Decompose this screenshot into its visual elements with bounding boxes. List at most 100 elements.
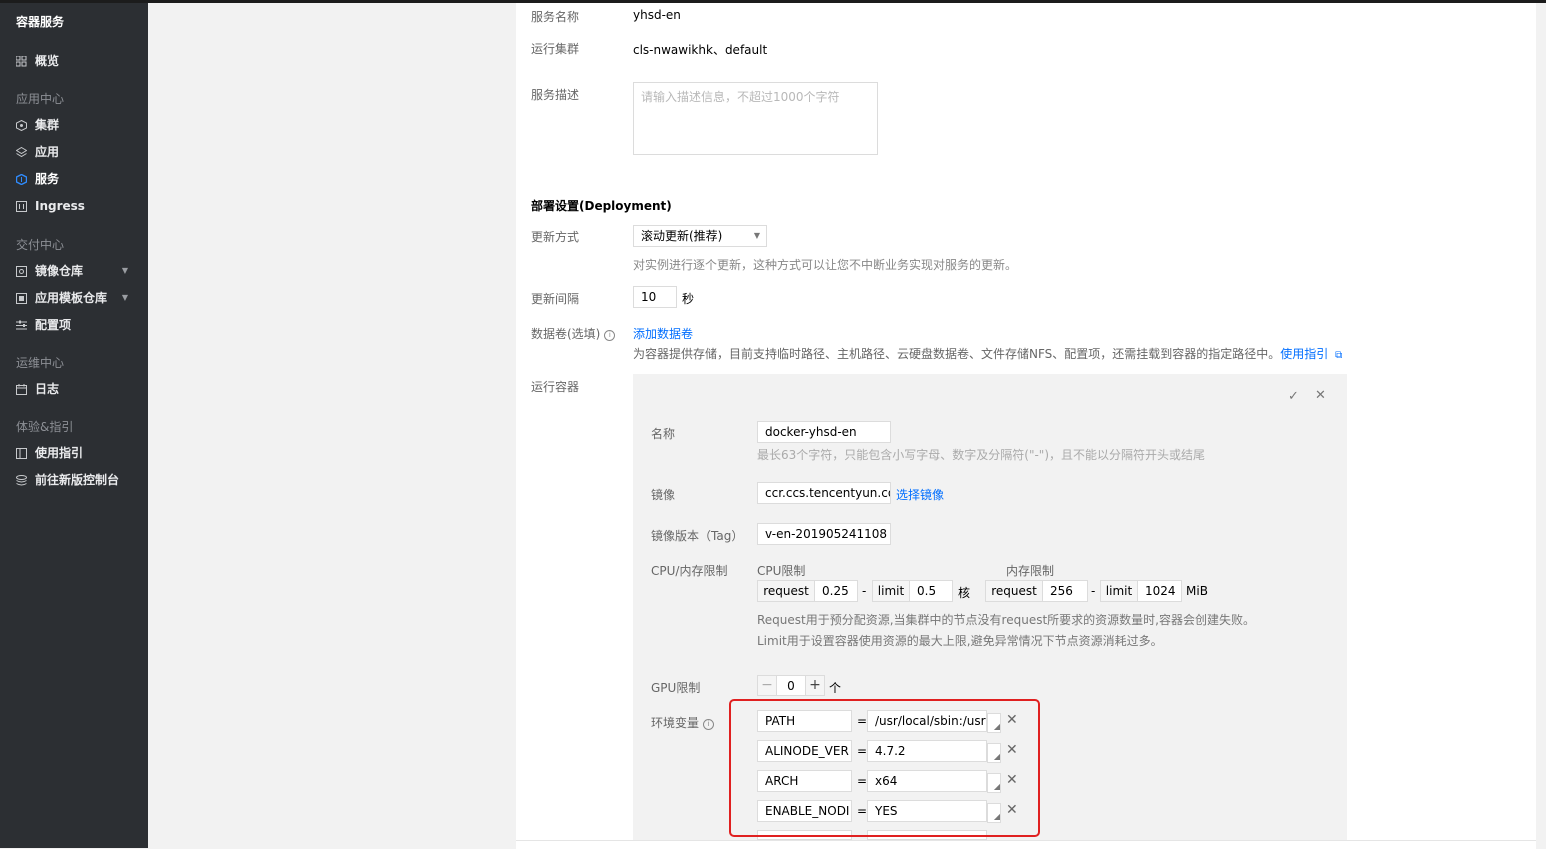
chevron-down-icon: ▼ (753, 231, 760, 240)
grid-icon (16, 55, 27, 67)
sidebar-item-label: 使用指引 (35, 446, 84, 460)
sidebar-group-app-center: 应用中心 (16, 92, 65, 106)
sidebar-item-overview[interactable]: 概览 (16, 51, 132, 71)
sidebar-group-guide: 体验&指引 (16, 420, 74, 434)
highlight-box (729, 699, 1040, 837)
update-mode-select[interactable]: 滚动更新(推荐) ▼ (633, 225, 767, 247)
sidebar-group-delivery-center: 交付中心 (16, 238, 65, 252)
sidebar-item-label: 集群 (35, 118, 60, 132)
sidebar-item-label: 应用 (35, 145, 60, 159)
env-label: 环境变量 i (651, 714, 715, 731)
sidebar-item-label: Ingress (35, 199, 85, 213)
add-volume-link[interactable]: 添加数据卷 (633, 325, 693, 342)
update-mode-value: 滚动更新(推荐) (641, 229, 723, 243)
container-name-hint: 最长63个字符，只能包含小写字母、数字及分隔符("-")，且不能以分隔符开头或结… (757, 448, 1206, 462)
container-name-input[interactable]: docker-yhsd-en (757, 421, 891, 443)
mem-limit-addon: limit (1100, 580, 1138, 602)
sidebar-group-ops-center: 运维中心 (16, 356, 65, 370)
description-textarea[interactable]: 请输入描述信息，不超过1000个字符 (633, 82, 878, 155)
check-icon[interactable]: ✓ (1288, 389, 1299, 404)
volume-hint-text: 为容器提供存储，目前支持临时路径、主机路径、云硬盘数据卷、文件存储NFS、配置项… (633, 347, 1281, 361)
gpu-decrement-button[interactable]: − (757, 675, 777, 696)
volume-label: 数据卷(选填) i (531, 325, 616, 342)
image-label: 镜像 (651, 488, 676, 502)
cpu-request-input[interactable]: 0.25 (814, 580, 858, 602)
volume-hint: 为容器提供存储，目前支持临时路径、主机路径、云硬盘数据卷、文件存储NFS、配置项… (633, 345, 1342, 362)
update-interval-unit: 秒 (682, 292, 695, 306)
calendar-icon (16, 383, 27, 395)
sidebar-item-ingress[interactable]: Ingress (16, 196, 132, 216)
stack-icon (16, 474, 27, 486)
cpu-limit-title: CPU限制 (757, 564, 806, 578)
request-hint: Request用于预分配资源,当集群中的节点没有request所要求的资源数量时… (757, 613, 1255, 627)
sidebar-item-config[interactable]: 配置项 (16, 315, 132, 335)
service-name-label: 服务名称 (531, 10, 580, 24)
image-tag-label: 镜像版本（Tag） (651, 529, 744, 543)
image-repo-icon (16, 265, 27, 277)
service-icon (16, 173, 27, 185)
cpu-range-dash: - (862, 584, 867, 598)
sidebar-item-image-repo[interactable]: 镜像仓库 ▼ (16, 261, 132, 281)
template-repo-icon (16, 292, 27, 304)
book-icon (16, 447, 27, 459)
container-name-label: 名称 (651, 427, 676, 441)
update-interval-label: 更新间隔 (531, 292, 580, 306)
sidebar-title: 容器服务 (16, 15, 65, 29)
gpu-label: GPU限制 (651, 681, 701, 695)
service-name-value: yhsd-en (633, 8, 681, 22)
gpu-input[interactable]: 0 (776, 675, 806, 696)
config-icon (16, 320, 27, 331)
mem-unit: MiB (1186, 584, 1208, 598)
mem-request-input[interactable]: 256 (1042, 580, 1088, 602)
cluster-icon (16, 119, 27, 131)
ingress-icon (16, 200, 27, 212)
cluster-label: 运行集群 (531, 42, 580, 56)
volume-label-text: 数据卷(选填) (531, 327, 601, 341)
sidebar-item-label: 日志 (35, 382, 60, 396)
sidebar-item-label: 应用模板仓库 (35, 291, 108, 305)
sidebar-item-application[interactable]: 应用 (16, 142, 132, 162)
cluster-value: cls-nwawikhk、default (633, 43, 768, 57)
limit-hint: Limit用于设置容器使用资源的最大上限,避免异常情况下节点资源消耗过多。 (757, 634, 1163, 648)
mem-range-dash: - (1091, 584, 1096, 598)
sidebar-item-label: 前往新版控制台 (35, 473, 120, 487)
containers-label: 运行容器 (531, 380, 580, 394)
external-link-icon[interactable]: ⧉ (1335, 350, 1342, 361)
sidebar-item-usage-guide[interactable]: 使用指引 (16, 443, 132, 463)
cpu-request-addon: request (757, 580, 815, 602)
sidebar-item-label: 配置项 (35, 318, 72, 332)
chevron-down-icon[interactable]: ▼ (122, 288, 128, 308)
sidebar-item-logs[interactable]: 日志 (16, 379, 132, 399)
sidebar-item-new-console[interactable]: 前往新版控制台 (16, 470, 132, 490)
layers-icon (16, 146, 27, 158)
sidebar-item-service[interactable]: 服务 (16, 169, 132, 189)
update-mode-label: 更新方式 (531, 230, 580, 244)
gpu-increment-button[interactable]: + (805, 675, 825, 696)
usage-guide-link[interactable]: 使用指引 (1280, 347, 1328, 361)
sidebar-item-label: 镜像仓库 (35, 264, 84, 278)
sidebar-item-cluster[interactable]: 集群 (16, 115, 132, 135)
cpu-limit-input[interactable]: 0.5 (909, 580, 953, 602)
mem-request-addon: request (985, 580, 1043, 602)
chevron-down-icon[interactable]: ▼ (122, 261, 128, 281)
info-icon[interactable]: i (604, 330, 616, 341)
gpu-unit: 个 (829, 681, 842, 695)
info-icon[interactable]: i (703, 719, 715, 730)
image-tag-input[interactable]: v-en-201905241108 (757, 523, 891, 545)
select-image-link[interactable]: 选择镜像 (896, 486, 944, 503)
cpu-mem-label: CPU/内存限制 (651, 564, 728, 578)
mem-limit-title: 内存限制 (1006, 564, 1055, 578)
sidebar-item-label: 服务 (35, 172, 60, 186)
env-label-text: 环境变量 (651, 716, 700, 730)
update-interval-input[interactable]: 10 (633, 286, 677, 308)
close-icon[interactable]: ✕ (1315, 388, 1326, 403)
cpu-limit-addon: limit (872, 580, 910, 602)
mem-limit-input[interactable]: 1024 (1137, 580, 1182, 602)
sidebar-item-label: 概览 (35, 54, 60, 68)
deployment-section-title: 部署设置(Deployment) (531, 199, 672, 213)
sidebar-item-template-repo[interactable]: 应用模板仓库 ▼ (16, 288, 132, 308)
sidebar: 容器服务 概览 应用中心 集群 应用 服务 Ingress 交付中心 镜像仓库 … (0, 3, 148, 848)
update-mode-hint: 对实例进行逐个更新，这种方式可以让您不中断业务实现对服务的更新。 (633, 258, 1018, 272)
description-label: 服务描述 (531, 88, 580, 102)
image-input[interactable]: ccr.ccs.tencentyun.com (757, 482, 891, 504)
